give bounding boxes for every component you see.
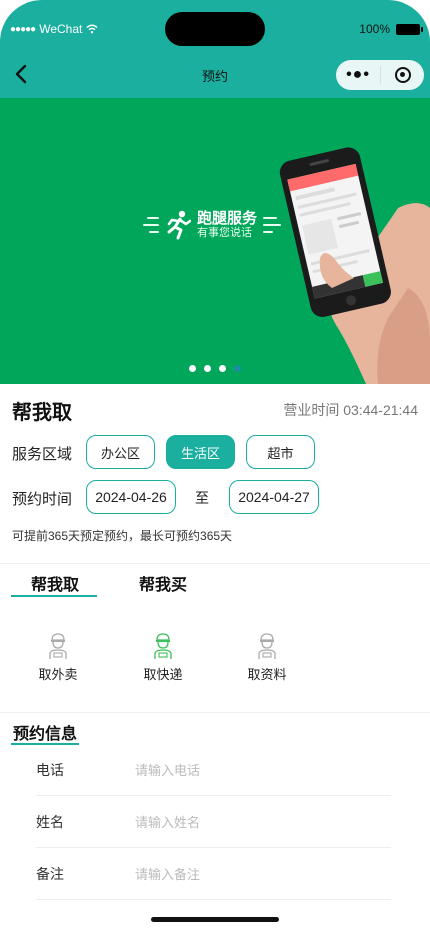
note-label: 备注 xyxy=(36,866,64,882)
name-input[interactable] xyxy=(135,808,375,836)
status-bar: ●●●●● WeChat 100% xyxy=(0,0,430,50)
service-title: 帮我取 xyxy=(12,402,72,424)
end-date-picker[interactable]: 2024-04-27 xyxy=(229,480,319,514)
category-takeout[interactable]: 取外卖 xyxy=(18,632,98,683)
battery-percent: 100% xyxy=(359,22,390,36)
carousel-dot[interactable] xyxy=(204,365,211,372)
nav-bar: 预约 •●• xyxy=(0,50,430,98)
carousel-indicators xyxy=(0,365,430,372)
signal-dots: ●●●●● xyxy=(10,23,36,35)
section-divider xyxy=(0,563,430,564)
date-range-separator: 至 xyxy=(195,490,209,506)
wifi-icon xyxy=(86,24,98,34)
phone-field-row: 电话 xyxy=(36,744,391,796)
delivery-person-icon xyxy=(49,633,67,659)
carrier-info: ●●●●● WeChat xyxy=(10,22,98,36)
category-express[interactable]: 取快递 xyxy=(123,632,203,683)
battery-status: 100% xyxy=(359,22,423,36)
carrier-name: WeChat xyxy=(39,22,83,36)
target-icon xyxy=(394,67,411,83)
home-indicator[interactable] xyxy=(151,917,279,922)
logo-sub-text: 有事您说话 xyxy=(197,227,252,240)
start-date-picker[interactable]: 2024-04-26 xyxy=(86,480,176,514)
promo-banner-carousel[interactable]: 跑腿服务 有事您说话 xyxy=(0,98,430,384)
delivery-person-icon xyxy=(258,633,276,659)
section-divider xyxy=(0,712,430,713)
name-label: 姓名 xyxy=(36,814,64,830)
hand-holding-phone-image xyxy=(279,147,430,384)
active-tab-indicator xyxy=(11,595,97,597)
category-label: 取外卖 xyxy=(38,667,78,682)
business-hours: 营业时间 03:44-21:44 xyxy=(283,402,418,418)
area-button-supermarket[interactable]: 超市 xyxy=(246,435,315,469)
note-input[interactable] xyxy=(135,860,375,888)
note-field-row: 备注 xyxy=(36,848,391,900)
logo-text: 跑腿服务 有事您说话 xyxy=(197,210,257,240)
phone-screen: ●●●●● WeChat 100% 预约 •●• 跑腿服务 有事您说话 帮我取 … xyxy=(0,0,430,932)
tab-buy[interactable]: 帮我买 xyxy=(139,571,187,595)
battery-icon xyxy=(396,23,423,35)
service-area-label: 服务区域 xyxy=(12,446,73,463)
category-label: 取资料 xyxy=(247,667,287,682)
mini-program-capsule: •●• xyxy=(336,60,424,90)
camera-notch xyxy=(165,12,265,46)
more-menu-button[interactable]: •●• xyxy=(336,66,380,84)
area-button-living[interactable]: 生活区 xyxy=(166,435,235,469)
speed-lines-left xyxy=(143,217,159,233)
runner-icon xyxy=(167,210,191,240)
carousel-dot[interactable] xyxy=(189,365,196,372)
delivery-person-icon xyxy=(154,633,172,659)
logo-main-text: 跑腿服务 xyxy=(197,210,258,228)
close-mini-program-button[interactable] xyxy=(381,67,424,83)
phone-label: 电话 xyxy=(36,762,64,778)
reservation-info-title: 预约信息 xyxy=(13,726,78,743)
booking-time-label: 预约时间 xyxy=(12,491,73,508)
name-field-row: 姓名 xyxy=(36,796,391,848)
phone-input[interactable] xyxy=(135,756,375,784)
category-label: 取快递 xyxy=(143,667,183,682)
category-documents[interactable]: 取资料 xyxy=(227,632,307,683)
area-button-office[interactable]: 办公区 xyxy=(86,435,155,469)
top-header: ●●●●● WeChat 100% 预约 •●• xyxy=(0,0,430,98)
booking-hint: 可提前365天预定预约，最长可预约365天 xyxy=(12,529,233,543)
carousel-dot-active[interactable] xyxy=(234,365,241,372)
tab-fetch[interactable]: 帮我取 xyxy=(31,571,79,595)
carousel-dot[interactable] xyxy=(219,365,226,372)
